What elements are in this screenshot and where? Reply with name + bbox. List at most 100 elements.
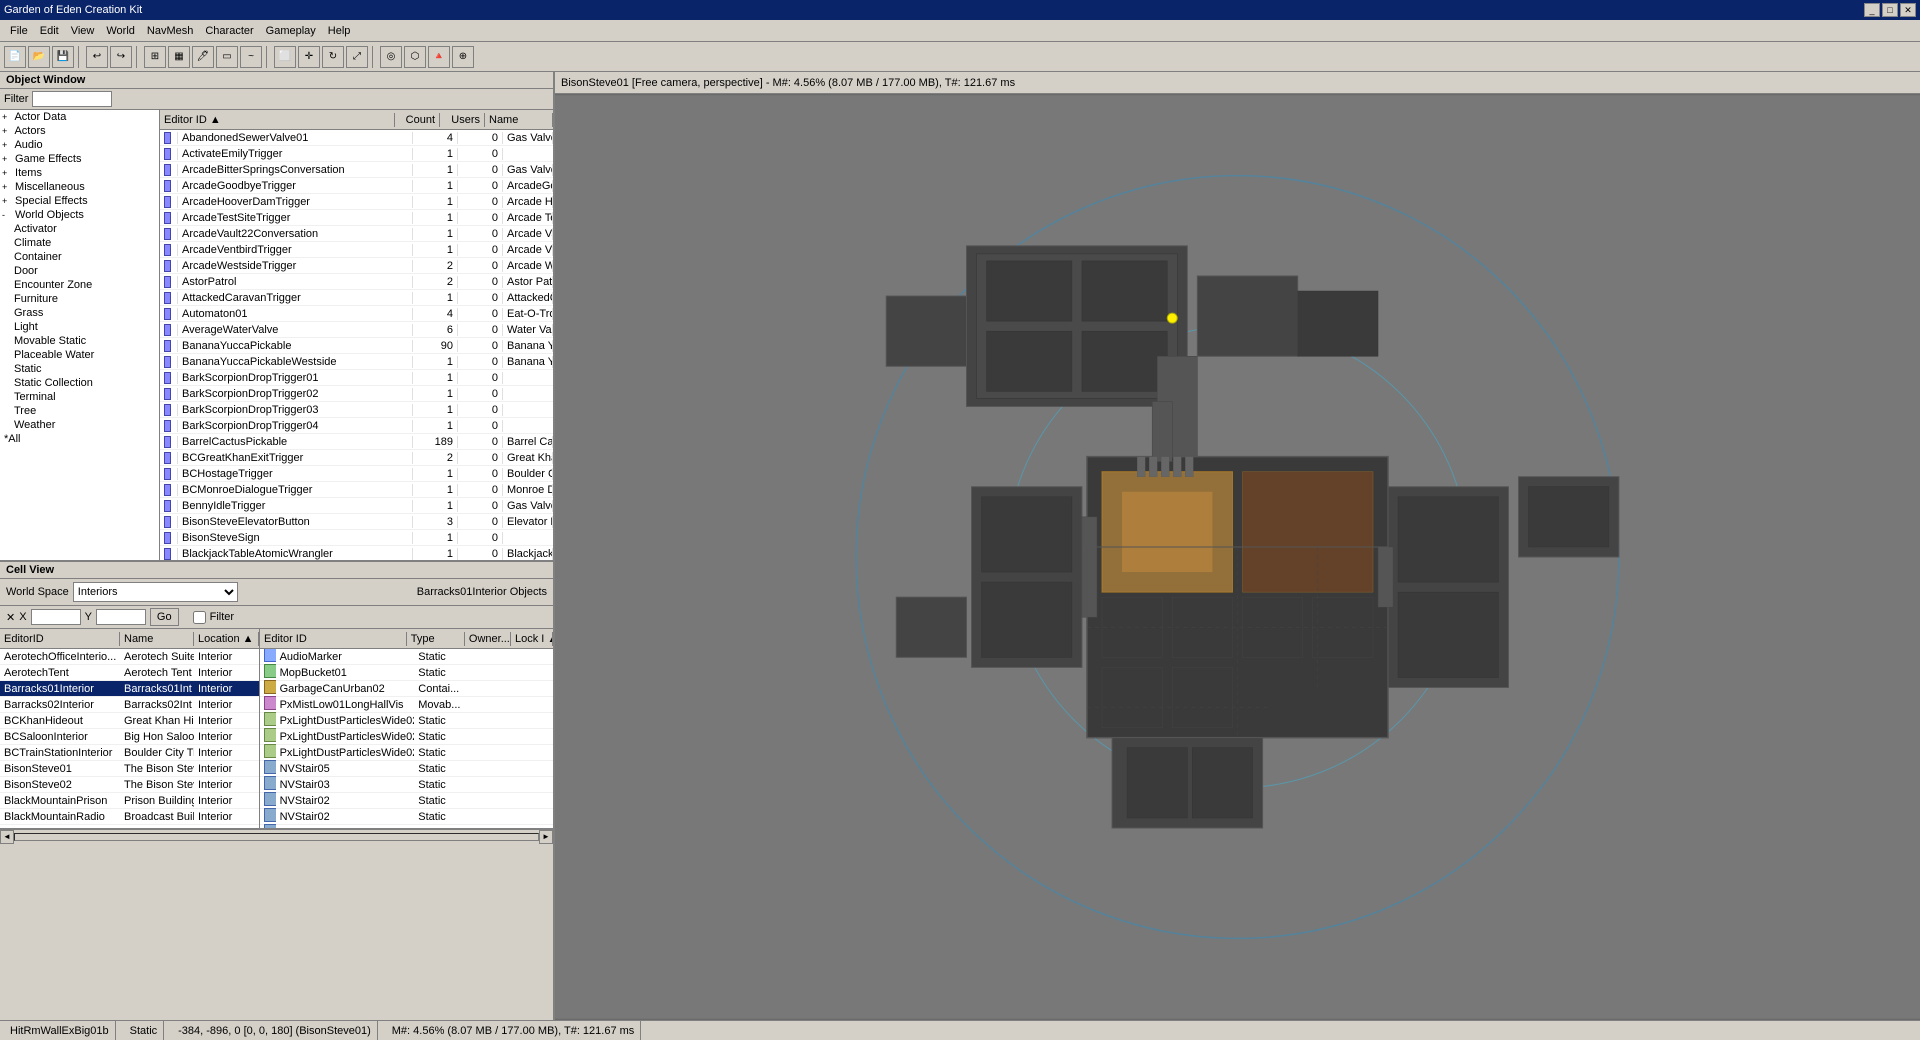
cell-hscroll-right[interactable]: ► — [539, 830, 553, 844]
list-item[interactable]: BCHostageTrigger10Boulder City Hostage — [160, 466, 553, 482]
list-item[interactable]: ActivateEmilyTrigger10 — [160, 146, 553, 162]
y-input[interactable] — [96, 609, 146, 625]
menu-file[interactable]: File — [4, 23, 34, 39]
list-item[interactable]: BarkScorpionDropTrigger0210 — [160, 386, 553, 402]
right-cell-row[interactable]: NVStair05Static — [260, 761, 553, 777]
tree-placeable-water[interactable]: Placeable Water — [0, 348, 159, 362]
right-cell-row[interactable]: NVStair02Static — [260, 825, 553, 828]
tree-weather[interactable]: Weather — [0, 418, 159, 432]
toolbar-smooth[interactable]: ~ — [240, 46, 262, 68]
right-cell-row[interactable]: NVStair02Static — [260, 809, 553, 825]
right-col-owner[interactable]: Owner... — [465, 632, 511, 646]
toolbar-nav[interactable]: 🔺 — [428, 46, 450, 68]
cell-row[interactable]: AerotechTentAerotech TentInterior — [0, 665, 259, 681]
cell-row[interactable]: AerotechOfficeInterio...Aerotech Suite 2… — [0, 649, 259, 665]
cell-col-location[interactable]: Location ▲ — [194, 632, 259, 646]
tree-activator[interactable]: Activator — [0, 222, 159, 236]
list-item[interactable]: BennyIdleTrigger10Gas Valve — [160, 498, 553, 514]
cell-row[interactable]: Barracks01InteriorBarracks01Int Tem...In… — [0, 681, 259, 697]
tree-tree[interactable]: Tree — [0, 404, 159, 418]
cell-row[interactable]: BCSaloonInteriorBig Hon SaloonInterior — [0, 729, 259, 745]
minimize-button[interactable]: _ — [1864, 3, 1880, 17]
right-col-lock[interactable]: Lock I ▲ — [511, 632, 553, 646]
toolbar-flatten[interactable]: ▭ — [216, 46, 238, 68]
right-col-type[interactable]: Type — [407, 632, 465, 646]
tree-all[interactable]: *All — [0, 432, 159, 446]
toolbar-land[interactable]: ▦ — [168, 46, 190, 68]
menu-view[interactable]: View — [65, 23, 101, 39]
tree-light[interactable]: Light — [0, 320, 159, 334]
list-item[interactable]: BarkScorpionDropTrigger0410 — [160, 418, 553, 434]
list-item[interactable]: AttackedCaravanTrigger10AttackedCaravanT… — [160, 290, 553, 306]
toolbar-undo[interactable]: ↩ — [86, 46, 108, 68]
tree-audio[interactable]: + Audio — [0, 138, 159, 152]
worldspace-select[interactable]: Interiors Exteriors WastelandNV — [73, 582, 238, 602]
tree-grass[interactable]: Grass — [0, 306, 159, 320]
cell-row[interactable]: Barracks02InteriorBarracks02Int Tem...In… — [0, 697, 259, 713]
close-button[interactable]: ✕ — [1900, 3, 1916, 17]
list-item[interactable]: AstorPatrol20Astor Patrol Stop — [160, 274, 553, 290]
tree-static[interactable]: Static — [0, 362, 159, 376]
cell-row[interactable]: BCTrainStationInteriorBoulder City Train… — [0, 745, 259, 761]
cell-hscroll-left[interactable]: ◄ — [0, 830, 14, 844]
list-item[interactable]: AbandonedSewerValve0140Gas Valve — [160, 130, 553, 146]
tree-climate[interactable]: Climate — [0, 236, 159, 250]
cell-hscroll-track[interactable] — [14, 833, 539, 841]
tree-encounter-zone[interactable]: Encounter Zone — [0, 278, 159, 292]
viewport[interactable] — [555, 94, 1920, 1020]
list-item[interactable]: Automaton0140Eat-O-Tronic 3000 — [160, 306, 553, 322]
right-cell-row[interactable]: MopBucket01Static — [260, 665, 553, 681]
header-count[interactable]: Count — [395, 113, 440, 127]
cell-row[interactable]: BlackMountainRadioBroadcast Building...I… — [0, 809, 259, 825]
cell-row[interactable]: BisonSteve02The Bison Steve H...Interior — [0, 777, 259, 793]
tree-static-collection[interactable]: Static Collection — [0, 376, 159, 390]
menu-character[interactable]: Character — [199, 23, 259, 39]
right-cell-row[interactable]: PxMistLow01LongHallVisMovab... — [260, 697, 553, 713]
cell-row[interactable]: BisonSteve01The Bison Steve H...Interior — [0, 761, 259, 777]
toolbar-move[interactable]: ✛ — [298, 46, 320, 68]
header-editorid[interactable]: Editor ID ▲ — [160, 113, 395, 127]
menu-help[interactable]: Help — [322, 23, 357, 39]
go-button[interactable]: Go — [150, 608, 179, 626]
right-cell-row[interactable]: PxLightDustParticlesWide02Static — [260, 713, 553, 729]
list-item[interactable]: ArcadeBitterSpringsConversation10Gas Val… — [160, 162, 553, 178]
cell-col-editorid[interactable]: EditorID — [0, 632, 120, 646]
toolbar-ref[interactable]: ⊕ — [452, 46, 474, 68]
maximize-button[interactable]: □ — [1882, 3, 1898, 17]
menu-gameplay[interactable]: Gameplay — [260, 23, 322, 39]
right-cell-row[interactable]: GarbageCanUrban02Contai... — [260, 681, 553, 697]
tree-terminal[interactable]: Terminal — [0, 390, 159, 404]
menu-world[interactable]: World — [100, 23, 141, 39]
tree-movable-static[interactable]: Movable Static — [0, 334, 159, 348]
list-item[interactable]: BCGreatKhanExitTrigger20Great Khan Exit … — [160, 450, 553, 466]
tree-items[interactable]: + Items — [0, 166, 159, 180]
toolbar-rotate[interactable]: ↻ — [322, 46, 344, 68]
toolbar-marker[interactable]: ◎ — [380, 46, 402, 68]
toolbar-obj[interactable]: ⬜ — [274, 46, 296, 68]
filter-checkbox[interactable] — [193, 611, 206, 624]
tree-game-effects[interactable]: + Game Effects — [0, 152, 159, 166]
right-col-editorid[interactable]: Editor ID — [260, 632, 407, 646]
right-cell-row[interactable]: AudioMarkerStatic — [260, 649, 553, 665]
tree-door[interactable]: Door — [0, 264, 159, 278]
list-item[interactable]: BananaYuccaPickable900Banana Yucca — [160, 338, 553, 354]
toolbar-save[interactable]: 💾 — [52, 46, 74, 68]
tree-actor-data[interactable]: + Actor Data — [0, 110, 159, 124]
x-input[interactable] — [31, 609, 81, 625]
right-cell-row[interactable]: NVStair03Static — [260, 777, 553, 793]
list-item[interactable]: ArcadeHooverDamTrigger10Arcade Hoover Da… — [160, 194, 553, 210]
list-item[interactable]: BCMonroeDialogueTrigger10Monroe Dialogue… — [160, 482, 553, 498]
right-cell-row[interactable]: NVStair02Static — [260, 793, 553, 809]
tree-misc[interactable]: + Miscellaneous — [0, 180, 159, 194]
tree-furniture[interactable]: Furniture — [0, 292, 159, 306]
tree-world-objects[interactable]: - World Objects — [0, 208, 159, 222]
toolbar-scale[interactable]: ⤢ — [346, 46, 368, 68]
tree-container[interactable]: Container — [0, 250, 159, 264]
list-item[interactable]: BarrelCactusPickable1890Barrel Cactus — [160, 434, 553, 450]
filter-input[interactable] — [32, 91, 112, 107]
list-item[interactable]: ArcadeGoodbyeTrigger10ArcadeGoodbyeTrigg — [160, 178, 553, 194]
menu-edit[interactable]: Edit — [34, 23, 65, 39]
right-cell-row[interactable]: PxLightDustParticlesWide02Static — [260, 745, 553, 761]
toolbar-redo[interactable]: ↪ — [110, 46, 132, 68]
cell-row[interactable]: BlackMountainRadio2Broadcast Building...… — [0, 825, 259, 828]
